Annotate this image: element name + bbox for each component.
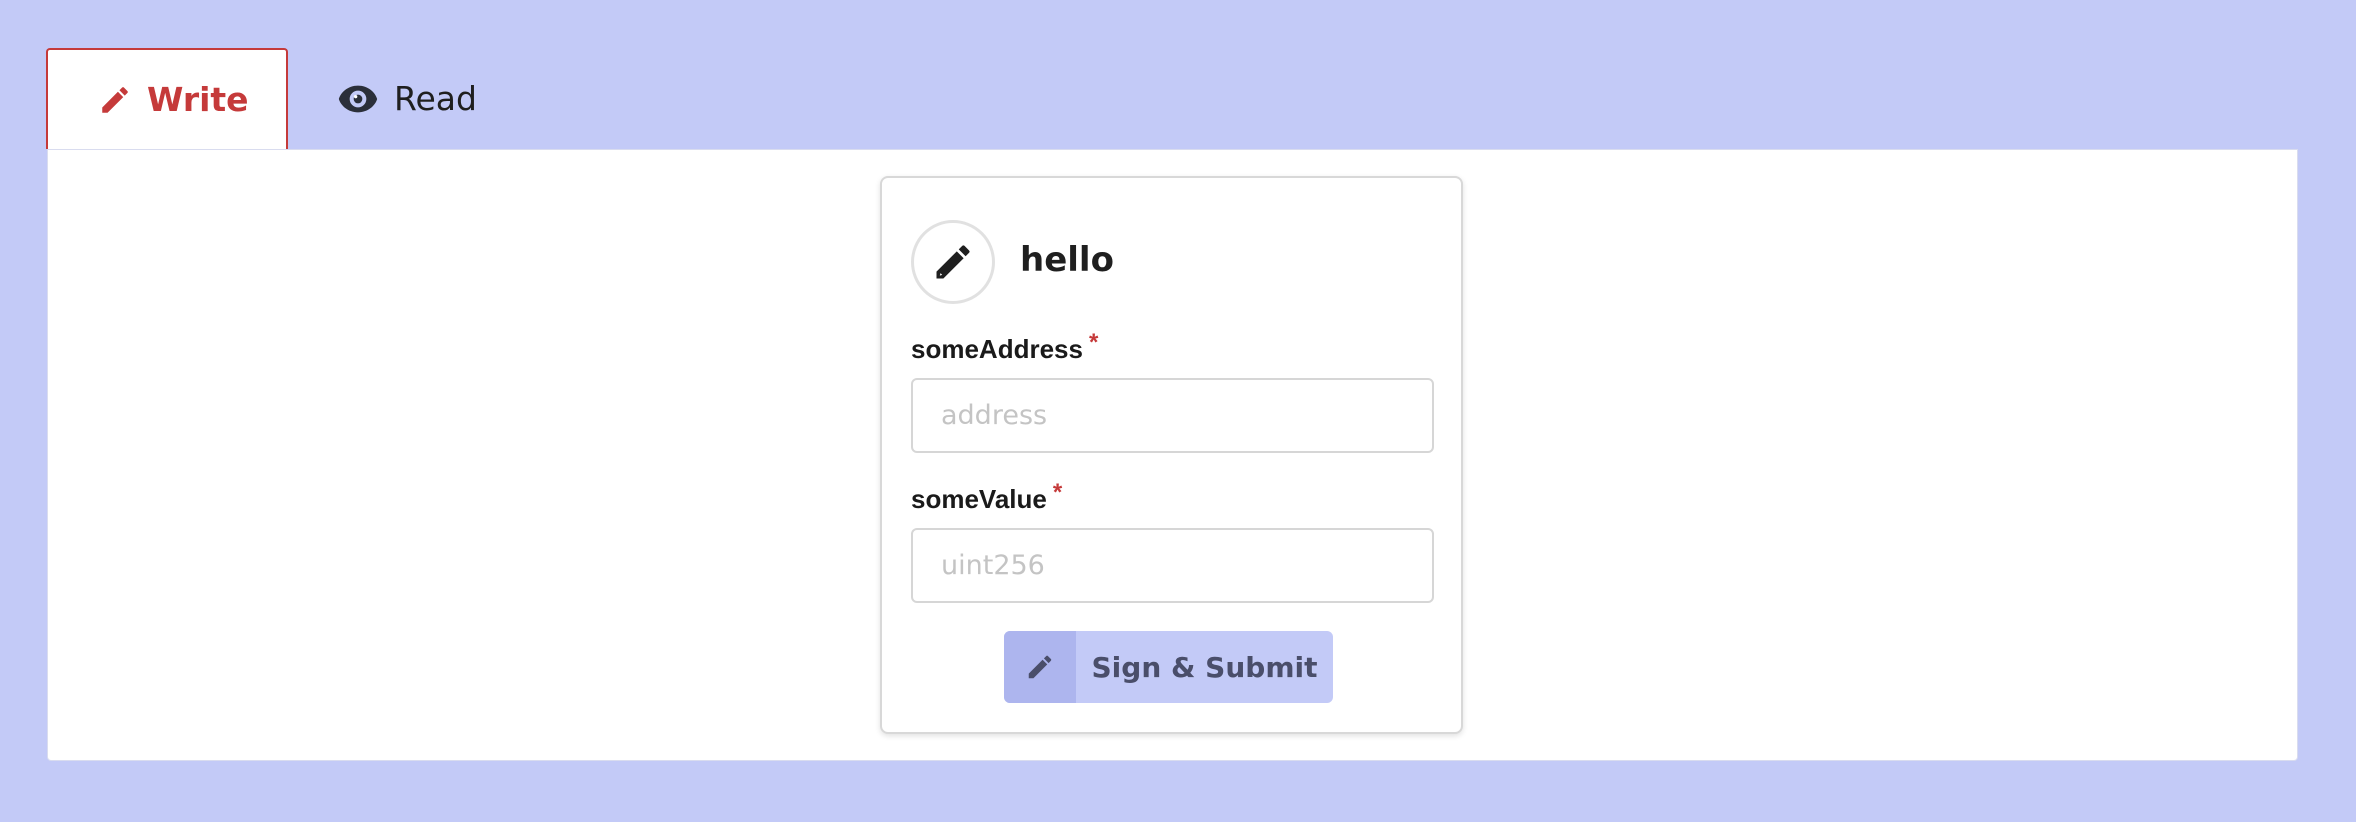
field-label-somevalue: someValue * — [911, 479, 1062, 516]
function-card: hello someAddress* someValue* Sign & Sub… — [880, 176, 1463, 734]
submit-icon-box — [1004, 631, 1076, 703]
tab-write[interactable]: Write — [46, 48, 288, 149]
eye-icon — [338, 85, 378, 112]
sign-submit-button[interactable]: Sign & Submit — [1004, 631, 1333, 703]
somevalue-input[interactable] — [911, 528, 1434, 603]
someaddress-input[interactable] — [911, 378, 1434, 453]
tab-read-label: Read — [394, 79, 477, 118]
required-mark: * — [1088, 329, 1099, 356]
tab-read[interactable]: Read — [338, 48, 498, 149]
tab-write-label: Write — [147, 80, 249, 119]
field-label-someaddress: someAddress * — [911, 329, 1098, 366]
field-label-text: someValue — [911, 484, 1047, 514]
field-label-text: someAddress — [911, 334, 1083, 364]
required-mark: * — [1052, 479, 1063, 506]
function-icon-badge — [911, 220, 995, 304]
pencil-icon — [102, 86, 128, 113]
function-title: hello — [1020, 240, 1114, 280]
pencil-icon — [1028, 655, 1052, 679]
pencil-icon — [936, 245, 970, 279]
sign-submit-label: Sign & Submit — [1091, 650, 1318, 684]
